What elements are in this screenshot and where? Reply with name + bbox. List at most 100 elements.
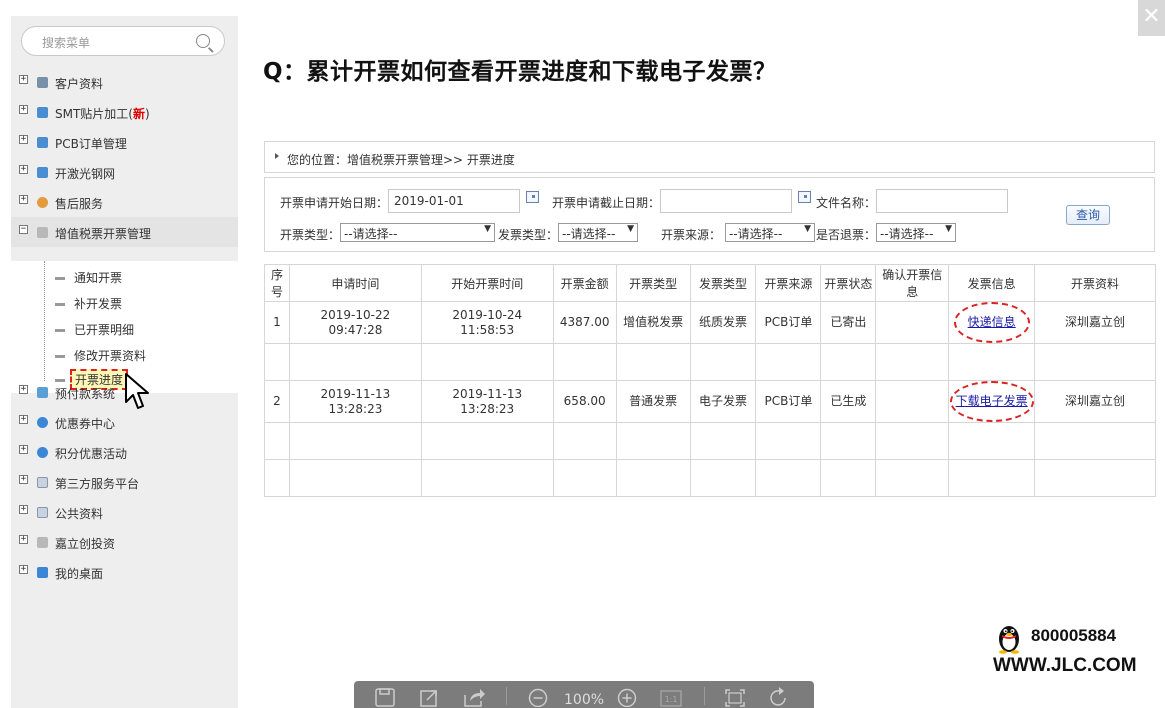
item-icon bbox=[55, 329, 65, 332]
desktop-icon bbox=[37, 567, 48, 578]
end-date-input[interactable] bbox=[660, 189, 792, 213]
query-button[interactable]: 查询 bbox=[1066, 205, 1110, 225]
sidebar-item-invest[interactable]: + 嘉立创投资 bbox=[11, 527, 238, 557]
empty-cell bbox=[615, 422, 691, 460]
sidebar-item-label: 售后服务 bbox=[55, 197, 104, 211]
zoom-in-icon[interactable] bbox=[616, 687, 638, 707]
amount-cell: 658.00 bbox=[552, 380, 617, 423]
actual-size-icon[interactable]: 1:1 bbox=[659, 687, 683, 707]
sidebar-item-label: 第三方服务平台 bbox=[55, 477, 140, 491]
empty-cell bbox=[1034, 343, 1156, 381]
refund-select[interactable]: --请选择-- ▼ bbox=[876, 223, 956, 242]
dropdown-caret-icon: ▼ bbox=[484, 224, 491, 234]
status-cell: 已寄出 bbox=[820, 301, 877, 344]
sidebar-subitem-label: 补开发票 bbox=[74, 297, 123, 311]
expand-icon[interactable]: + bbox=[19, 505, 28, 514]
tree-line bbox=[44, 261, 45, 381]
rotate-icon[interactable] bbox=[768, 687, 790, 707]
type-label: 开票类型： bbox=[280, 228, 341, 242]
save-icon[interactable] bbox=[374, 687, 396, 707]
calendar-icon[interactable] bbox=[798, 191, 811, 203]
column-header: 开票状态 bbox=[820, 264, 877, 302]
status-cell: 已生成 bbox=[820, 380, 877, 423]
start-date-input[interactable]: 2019-01-01 bbox=[388, 189, 520, 213]
sidebar-item-invoice[interactable]: − 增值税票开票管理 bbox=[11, 217, 238, 247]
expand-icon[interactable]: + bbox=[19, 565, 28, 574]
download-e-invoice-link[interactable]: 下载电子发票 bbox=[956, 394, 1028, 408]
empty-cell bbox=[288, 459, 422, 497]
expand-icon[interactable]: + bbox=[19, 75, 28, 84]
sidebar-item-points[interactable]: + 积分优惠活动 bbox=[11, 437, 238, 467]
column-header: 序号 bbox=[264, 264, 290, 302]
sidebar-item-label: 公共资料 bbox=[55, 507, 104, 521]
expand-icon[interactable]: + bbox=[19, 105, 28, 114]
sidebar-item-smt[interactable]: + SMT贴片加工(新) bbox=[11, 97, 238, 127]
coupon-icon bbox=[37, 417, 48, 428]
type-select[interactable]: --请选择-- ▼ bbox=[340, 223, 495, 242]
sidebar-item-label: 预付款系统 bbox=[55, 387, 116, 401]
express-info-link[interactable]: 快递信息 bbox=[968, 315, 1016, 329]
invoice-type-select[interactable]: --请选择-- ▼ bbox=[558, 223, 638, 242]
empty-cell bbox=[1034, 459, 1156, 497]
invoice-type-cell: 纸质发票 bbox=[689, 301, 757, 344]
empty-cell bbox=[820, 422, 877, 460]
filter-panel: 开票申请开始日期： 2019-01-01 开票申请截止日期： 文件名称： 开票类… bbox=[264, 177, 1155, 252]
expand-icon[interactable]: + bbox=[19, 475, 28, 484]
sidebar-item-public[interactable]: + 公共资料 bbox=[11, 497, 238, 527]
calendar-icon[interactable] bbox=[526, 191, 539, 203]
expand-icon[interactable]: + bbox=[19, 445, 28, 454]
expand-icon[interactable]: + bbox=[19, 385, 28, 394]
apply-time: 13:28:23 bbox=[328, 401, 383, 416]
close-button[interactable]: ✕ bbox=[1138, 0, 1165, 36]
expand-icon[interactable]: + bbox=[19, 135, 28, 144]
empty-cell bbox=[820, 459, 877, 497]
table-row bbox=[264, 343, 1156, 381]
start-time: 13:28:23 bbox=[460, 401, 515, 416]
empty-cell bbox=[820, 343, 877, 381]
expand-icon[interactable]: + bbox=[19, 535, 28, 544]
sidebar-subitem-label: 修改开票资料 bbox=[74, 349, 147, 363]
page-title: Q：累计开票如何查看开票进度和下载电子发票？ bbox=[263, 59, 777, 85]
zoom-out-icon[interactable] bbox=[527, 687, 549, 707]
sidebar-item-customer[interactable]: + 客户资料 bbox=[11, 67, 238, 97]
invoice-info-cell: 快递信息 bbox=[948, 301, 1036, 344]
column-header: 发票类型 bbox=[689, 264, 757, 302]
expand-icon[interactable]: + bbox=[19, 165, 28, 174]
sidebar-item-service[interactable]: + 售后服务 bbox=[11, 187, 238, 217]
column-header: 开始开票时间 bbox=[420, 264, 554, 302]
sidebar-item-stencil[interactable]: + 开激光钢网 bbox=[11, 157, 238, 187]
row-number: 2 bbox=[264, 380, 290, 423]
sidebar-subitem-label: 已开票明细 bbox=[74, 323, 135, 337]
empty-cell bbox=[552, 343, 617, 381]
share-icon[interactable] bbox=[462, 687, 486, 707]
empty-cell bbox=[288, 343, 422, 381]
sidebar-item-label: 客户资料 bbox=[55, 77, 104, 91]
toolbar-divider bbox=[506, 687, 507, 705]
pcb-icon bbox=[37, 137, 48, 148]
site-url: WWW.JLC.COM bbox=[993, 655, 1137, 676]
invoice-type-cell: 电子发票 bbox=[689, 380, 757, 423]
confirm-cell bbox=[875, 301, 950, 344]
expand-icon[interactable]: + bbox=[19, 415, 28, 424]
search-input[interactable]: 搜索菜单 bbox=[21, 26, 225, 56]
open-original-icon[interactable] bbox=[418, 687, 440, 707]
invoice-icon bbox=[37, 227, 48, 238]
sidebar-item-label: SMT贴片加工(新) bbox=[55, 105, 150, 122]
sidebar-item-label: 积分优惠活动 bbox=[55, 447, 128, 461]
source-select[interactable]: --请选择-- ▼ bbox=[725, 223, 815, 242]
empty-cell bbox=[948, 422, 1036, 460]
sidebar-item-third-party[interactable]: + 第三方服务平台 bbox=[11, 467, 238, 497]
empty-cell bbox=[1034, 422, 1156, 460]
empty-cell bbox=[689, 343, 757, 381]
close-icon: ✕ bbox=[1142, 4, 1161, 29]
expand-icon[interactable]: + bbox=[19, 195, 28, 204]
collapse-icon[interactable]: − bbox=[19, 225, 28, 234]
file-name-input[interactable] bbox=[876, 189, 1008, 213]
search-icon[interactable] bbox=[196, 34, 210, 48]
empty-cell bbox=[755, 459, 822, 497]
sidebar-item-pcb[interactable]: + PCB订单管理 bbox=[11, 127, 238, 157]
apply-date: 2019-10-22 bbox=[320, 307, 391, 322]
empty-cell bbox=[755, 343, 822, 381]
sidebar-item-desktop[interactable]: + 我的桌面 bbox=[11, 557, 238, 587]
fit-window-icon[interactable] bbox=[724, 687, 746, 707]
